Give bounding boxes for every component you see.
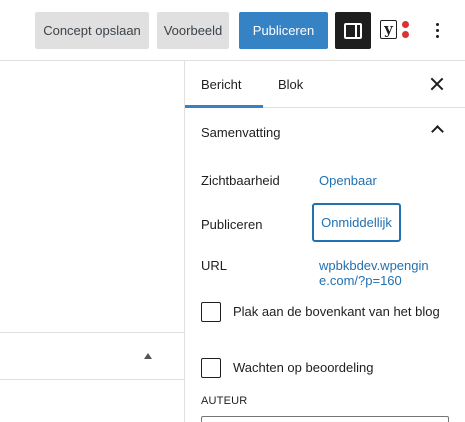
author-select[interactable] (201, 416, 449, 422)
post-url-link[interactable]: wpbkbdev.wpengine.com/?p=160 (319, 258, 439, 288)
more-options-button[interactable] (426, 18, 448, 42)
meta-box-header[interactable] (0, 332, 184, 380)
save-draft-button[interactable]: Concept opslaan (35, 12, 149, 49)
yoast-icon: y (380, 20, 397, 39)
settings-icon (344, 22, 362, 39)
active-tab-indicator (185, 105, 263, 108)
sidebar-tabs: Bericht Blok (185, 61, 465, 108)
tab-block[interactable]: Blok (278, 61, 303, 108)
settings-sidebar: Bericht Blok Samenvatting Zichtbaarheid … (184, 61, 465, 422)
pending-review-checkbox[interactable] (201, 358, 221, 378)
url-label: URL (201, 258, 228, 273)
editor-canvas (0, 61, 184, 422)
caret-up-icon[interactable] (144, 353, 152, 359)
sticky-checkbox-label[interactable]: Plak aan de bovenkant van het blog (201, 301, 441, 322)
publish-date-label: Publiceren (201, 217, 263, 232)
chevron-up-icon[interactable] (431, 125, 444, 138)
visibility-toggle[interactable]: Openbaar (319, 173, 377, 188)
visibility-label: Zichtbaarheid (201, 173, 280, 188)
tab-post[interactable]: Bericht (201, 61, 241, 108)
summary-panel-title[interactable]: Samenvatting (201, 125, 281, 140)
publish-button[interactable]: Publiceren (239, 12, 328, 49)
preview-button[interactable]: Voorbeeld (157, 12, 229, 49)
publish-date-toggle[interactable]: Onmiddellijk (312, 203, 401, 242)
more-options-icon (435, 22, 439, 26)
author-heading: AUTEUR (201, 395, 248, 407)
yoast-seo-button[interactable]: y (380, 19, 410, 41)
pending-review-label[interactable]: Wachten op beoordeling (233, 357, 373, 378)
editor-header-toolbar: Concept opslaan Voorbeeld Publiceren y (0, 0, 465, 61)
settings-toggle-button[interactable] (335, 12, 371, 49)
yoast-status-dot (402, 21, 409, 28)
close-sidebar-icon[interactable] (430, 77, 444, 91)
yoast-status-dot (402, 31, 409, 38)
